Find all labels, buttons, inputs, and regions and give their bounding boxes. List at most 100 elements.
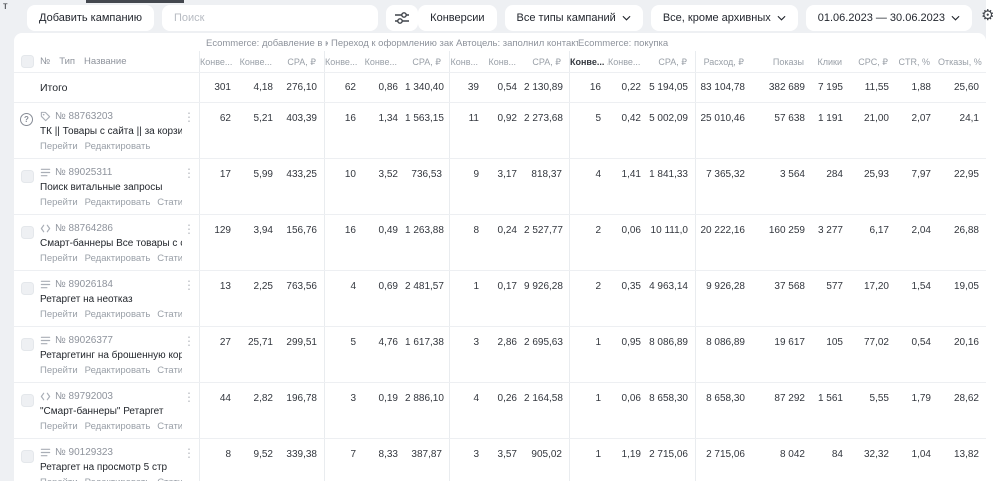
metric-column-header[interactable]: Отказы, % — [938, 51, 986, 72]
column-header-name[interactable]: Название — [84, 56, 126, 67]
campaign-link[interactable]: Статистика — [157, 197, 182, 208]
kebab-menu-icon[interactable]: ⋮ — [183, 390, 195, 404]
metric-cell: 5 002,09 — [648, 103, 696, 158]
campaign-links: Перейти Редактировать Статистика — [40, 253, 182, 264]
totals-metric-cell: 11,55 — [864, 82, 889, 93]
metric-column-header[interactable]: CPA, ₽ — [524, 51, 570, 72]
campaign-link[interactable]: Перейти — [40, 477, 78, 481]
date-range-picker[interactable]: 01.06.2023 — 30.06.2023 — [805, 5, 972, 31]
campaign-name[interactable]: Поиск витальные запросы — [40, 182, 182, 193]
metric-column-header[interactable]: Конве... — [608, 51, 648, 72]
campaign-link[interactable]: Статистика — [157, 365, 182, 376]
metric-cell: 2 715,06 — [706, 449, 745, 460]
kebab-menu-icon[interactable]: ⋮ — [183, 166, 195, 180]
metric-cell: 0,24 — [497, 225, 517, 236]
campaign-link[interactable]: Редактировать — [85, 253, 151, 264]
select-all-checkbox[interactable] — [21, 55, 34, 68]
metric-cell: 0,69 — [378, 281, 398, 292]
metric-cell: 156,76 — [280, 215, 325, 270]
campaign-link[interactable]: Статистика — [157, 477, 182, 481]
metric-column-header[interactable]: Конве... — [325, 51, 363, 72]
smart-campaign-type-icon — [40, 223, 51, 234]
search-input[interactable] — [161, 5, 379, 31]
campaign-link[interactable]: Редактировать — [85, 309, 151, 320]
campaign-link[interactable]: Перейти — [40, 365, 78, 376]
campaign-number-line: № 89025311 — [40, 167, 182, 178]
metric-cell: 2,82 — [253, 393, 273, 404]
metric-column-header[interactable]: CPA, ₽ — [280, 51, 325, 72]
metric-cell: 0,06 — [621, 393, 641, 404]
metric-cell: 736,53 — [405, 159, 450, 214]
metric-column-header[interactable]: Конве... — [363, 51, 405, 72]
metric-column-header[interactable]: Конв... — [486, 51, 524, 72]
column-header-number[interactable]: № — [40, 56, 50, 67]
campaign-type-filter[interactable]: Все типы кампаний — [504, 5, 643, 31]
campaign-number: № 88763203 — [55, 111, 113, 122]
campaign-name[interactable]: Ретаргетинг на брошенную корзину — [40, 350, 182, 361]
metric-cell: 2 527,77 — [524, 215, 570, 270]
row-checkbox[interactable] — [21, 450, 34, 463]
gear-icon[interactable]: ⚙ — [981, 7, 994, 25]
campaign-name[interactable]: ТК || Товары с сайта || за корзину — [40, 126, 182, 137]
row-checkbox[interactable] — [21, 226, 34, 239]
filter-sliders-icon — [394, 11, 410, 25]
row-checkbox[interactable] — [21, 282, 34, 295]
metric-cell: 0,06 — [621, 225, 641, 236]
metric-cell: 4 — [473, 393, 479, 404]
campaign-link[interactable]: Редактировать — [85, 197, 151, 208]
scrollbar-track[interactable] — [986, 0, 999, 481]
metric-cell: 7,97 — [911, 169, 931, 180]
kebab-menu-icon[interactable]: ⋮ — [183, 334, 195, 348]
row-checkbox[interactable] — [21, 394, 34, 407]
kebab-menu-icon[interactable]: ⋮ — [183, 110, 195, 124]
row-checkbox[interactable] — [21, 170, 34, 183]
campaign-link[interactable]: Редактировать — [85, 141, 151, 152]
campaign-link[interactable]: Перейти — [40, 197, 78, 208]
campaign-link[interactable]: Статистика — [157, 253, 182, 264]
conversions-button[interactable]: Конверсии — [418, 5, 497, 31]
campaign-link[interactable]: Перейти — [40, 253, 78, 264]
campaign-link[interactable]: Перейти — [40, 309, 78, 320]
metric-column-header[interactable]: Показы — [752, 51, 812, 72]
campaign-name[interactable]: Ретаргет на просмотр 5 стр — [40, 462, 182, 473]
campaign-name[interactable]: Смарт-баннеры Все товары с сайта лал — [40, 238, 182, 249]
campaign-link[interactable]: Редактировать — [85, 477, 151, 481]
kebab-menu-icon[interactable]: ⋮ — [183, 222, 195, 236]
group-header-ecommerce-purchase: Ecommerce: покупка — [578, 38, 669, 49]
metric-cell: 1,79 — [911, 393, 931, 404]
campaign-name[interactable]: "Смарт-баннеры" Ретаргет — [40, 406, 182, 417]
metric-cell: 3 — [473, 337, 479, 348]
metric-column-header[interactable]: Конве... — [238, 51, 280, 72]
filter-sliders-button[interactable] — [386, 5, 419, 31]
kebab-menu-icon[interactable]: ⋮ — [183, 446, 195, 460]
metric-column-header[interactable]: CPA, ₽ — [405, 51, 450, 72]
metric-cell: 0,95 — [621, 337, 641, 348]
metric-column-header[interactable]: Расход, ₽ — [696, 51, 752, 72]
metric-cell: 1,04 — [911, 449, 931, 460]
kebab-menu-icon[interactable]: ⋮ — [183, 278, 195, 292]
campaign-link[interactable]: Редактировать — [85, 421, 151, 432]
metric-column-header[interactable]: CTR, % — [896, 51, 938, 72]
add-campaign-button[interactable]: Добавить кампанию — [27, 5, 154, 31]
metric-column-header[interactable]: Клики — [812, 51, 850, 72]
campaign-link[interactable]: Перейти — [40, 421, 78, 432]
archive-filter[interactable]: Все, кроме архивных — [650, 5, 798, 31]
metric-cell: 20,16 — [953, 337, 979, 348]
campaign-link[interactable]: Статистика — [157, 309, 182, 320]
metric-cell: 25,93 — [863, 169, 889, 180]
metric-column-header[interactable]: Конве...↓ — [570, 51, 608, 72]
campaign-name[interactable]: Ретаргет на неотказ — [40, 294, 182, 305]
campaign-link[interactable]: Перейти — [40, 141, 78, 152]
metric-cell: 25 010,46 — [700, 113, 746, 124]
campaign-number-line: № 90129323 — [40, 447, 182, 458]
campaign-link[interactable]: Редактировать — [85, 365, 151, 376]
metric-column-header[interactable]: CPC, ₽ — [850, 51, 896, 72]
metric-column-header[interactable]: Конв... — [450, 51, 486, 72]
metric-cell: 2,07 — [911, 113, 931, 124]
campaign-link[interactable]: Статистика — [157, 421, 182, 432]
metric-cell: 19,05 — [953, 281, 979, 292]
column-header-type[interactable]: Тип — [59, 56, 75, 67]
metric-column-header[interactable]: Конве... — [200, 51, 238, 72]
metric-column-header[interactable]: CPA, ₽ — [648, 51, 696, 72]
row-checkbox[interactable] — [21, 338, 34, 351]
